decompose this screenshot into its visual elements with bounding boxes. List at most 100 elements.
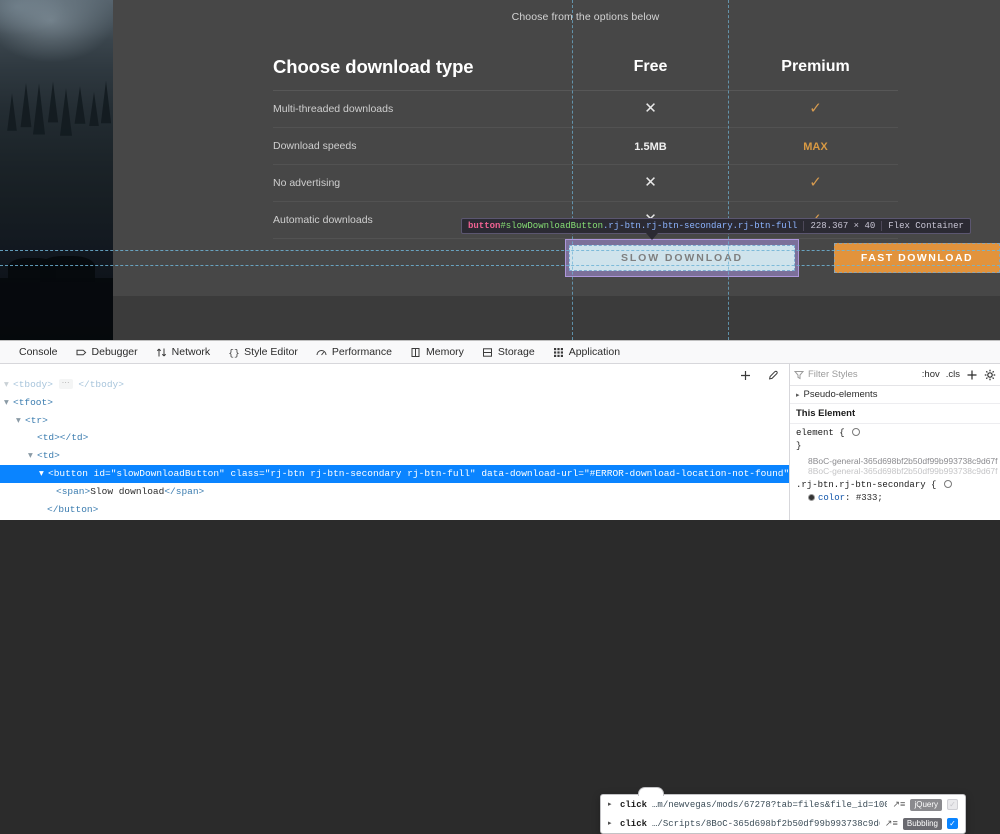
devtools-panel: Console Debugger Network {} Style Editor… [0, 340, 1000, 834]
collapsed-ellipsis[interactable]: ⋯ [58, 379, 73, 390]
rule-options-icon[interactable] [943, 480, 952, 488]
filter-styles-input[interactable]: Filter Styles [794, 369, 916, 380]
chevron-right-icon[interactable]: ▸ [608, 800, 615, 809]
table-row: Multi-threaded downloads ✕ ✓ [273, 90, 898, 127]
network-icon [156, 347, 167, 358]
attr-name-class: class [230, 467, 259, 479]
tree-row-tbody[interactable]: ▾ <tbody> ⋯ </tbody> [0, 376, 789, 394]
filter-placeholder: Filter Styles [808, 369, 858, 380]
attr-value-download-url: "#ERROR-download-location-not-found" [583, 467, 789, 479]
slow-download-button[interactable]: SLOW DOWNLOAD [569, 245, 795, 271]
element-inline-rule[interactable]: element { } [790, 424, 1000, 456]
tooltip-arrow [646, 233, 658, 240]
tree-row-td-empty[interactable]: <td></td> [0, 429, 789, 447]
attr-value-id: "slowDownloadButton" [110, 467, 225, 479]
tab-label: Network [171, 346, 211, 358]
cross-icon: ✕ [644, 99, 657, 117]
tree-tag: </button> [47, 503, 99, 515]
dom-tree[interactable]: ▾ <tbody> ⋯ </tbody> ▾ <tfoot> ▾ <tr> <td><… [0, 376, 789, 520]
cls-toggle[interactable]: .cls [946, 369, 960, 380]
event-type: click [620, 799, 648, 810]
tab-label: Storage [497, 346, 535, 358]
application-icon [553, 347, 564, 358]
tree-tag: <td></td> [37, 432, 89, 444]
check-icon: ✓ [809, 99, 822, 117]
filter-icon [794, 370, 804, 379]
styles-toolbar: Filter Styles :hov .cls [790, 364, 1000, 386]
element-rule-close: } [796, 441, 802, 451]
tab-debugger[interactable]: Debugger [67, 341, 147, 363]
attr-name-download-url: data-download-url [481, 467, 579, 479]
gear-icon[interactable] [984, 369, 996, 381]
tab-storage[interactable]: Storage [473, 341, 544, 363]
tree-tag: <tr> [25, 414, 48, 426]
rule-value[interactable]: #333; [856, 493, 883, 503]
tab-memory[interactable]: Memory [401, 341, 473, 363]
storage-icon [482, 347, 493, 358]
table-header: Choose download type Free Premium [273, 45, 898, 90]
tab-network[interactable]: Network [147, 341, 220, 363]
rule-source-2[interactable]: 8BoC-general-365d698bf2b50df99b993738c9d… [790, 466, 1000, 476]
color-swatch[interactable] [808, 494, 815, 501]
tab-application[interactable]: Application [544, 341, 629, 363]
feature-label: Multi-threaded downloads [273, 102, 394, 115]
element-rule-selector: element { [796, 428, 845, 438]
devtools-tab-bar: Console Debugger Network {} Style Editor… [0, 341, 1000, 364]
markup-view[interactable]: ▾ <tbody> ⋯ </tbody> ▾ <tfoot> ▾ <tr> <td><… [0, 364, 789, 520]
performance-icon [316, 347, 327, 358]
rule-selector: .rj-btn.rj-btn-secondary { [796, 480, 937, 490]
style-editor-icon: {} [228, 347, 239, 358]
tree-tag-close: </tbody> [78, 379, 124, 390]
table-body: Multi-threaded downloads ✕ ✓ Download sp… [273, 90, 898, 238]
memory-icon [410, 347, 421, 358]
selected-tag-open: <button [48, 467, 88, 479]
tab-label: Console [19, 346, 58, 358]
pseudo-elements-section[interactable]: ▸ Pseudo-elements [790, 386, 1000, 404]
tooltip-layout-kind: Flex Container [881, 221, 970, 231]
event-listener-row[interactable]: ▸ click …/Scripts/8BoC-365d698bf2b50df99… [601, 814, 965, 833]
event-framework-tag: jQuery [910, 798, 942, 811]
tooltip-id-selector: #slowDownloadButton [500, 221, 604, 231]
event-listener-row[interactable]: ▸ click …m/newvegas/mods/67278?tab=files… [601, 795, 965, 814]
event-source[interactable]: …m/newvegas/mods/67278?tab=files&file_id… [652, 800, 887, 810]
tooltip-tag-name: button [468, 221, 501, 231]
rule-property[interactable]: color [818, 493, 845, 503]
download-buttons-row: SLOW DOWNLOAD FAST DOWNLOAD [273, 239, 1000, 278]
tree-row-td-open[interactable]: ▾ <td> [0, 447, 789, 465]
feature-label: No advertising [273, 176, 341, 189]
event-enabled-checkbox[interactable]: ✓ [947, 799, 958, 810]
chevron-right-icon[interactable]: ▸ [608, 819, 615, 828]
jump-to-source-icon[interactable]: ↗≡ [885, 819, 898, 829]
styles-sidebar[interactable]: Filter Styles :hov .cls ▸ Pseudo-element… [789, 364, 1000, 520]
tab-style-editor[interactable]: {} Style Editor [219, 341, 307, 363]
svg-text:{}: {} [228, 347, 239, 357]
fast-download-button[interactable]: FAST DOWNLOAD [834, 243, 1000, 273]
check-icon: ✓ [809, 173, 822, 191]
table-row: No advertising ✕ ✓ [273, 164, 898, 201]
pseudo-elements-label: Pseudo-elements [803, 389, 878, 400]
tree-row-button-close[interactable]: </button> [0, 501, 789, 519]
rule-source-1[interactable]: 8BoC-general-365d698bf2b50df99b993738c9d… [790, 456, 1000, 466]
tree-row-tr[interactable]: ▾ <tr> [0, 412, 789, 430]
console-icon [3, 347, 14, 358]
tooltip-dimensions: 228.367 × 40 [803, 221, 881, 231]
inspector-node-tooltip: button#slowDownloadButton.rj-btn.rj-btn-… [461, 218, 971, 234]
rule-options-icon[interactable] [852, 428, 861, 436]
column-header-free: Free [633, 58, 668, 76]
premium-speed-value: MAX [803, 140, 828, 153]
tab-label: Style Editor [244, 346, 298, 358]
rj-btn-secondary-rule[interactable]: .rj-btn.rj-btn-secondary { color: #333; [790, 476, 1000, 508]
plus-icon[interactable] [966, 369, 978, 381]
tab-performance[interactable]: Performance [307, 341, 401, 363]
jump-to-source-icon[interactable]: ↗≡ [892, 800, 905, 810]
event-enabled-checkbox[interactable]: ✓ [947, 818, 958, 829]
event-listeners-popup[interactable]: ▸ click …m/newvegas/mods/67278?tab=files… [600, 794, 966, 834]
tree-row-tfoot[interactable]: ▾ <tfoot> [0, 394, 789, 412]
tree-row-selected-button[interactable]: ▾ <button id="slowDownloadButton" class="… [0, 464, 789, 483]
event-source[interactable]: …/Scripts/8BoC-365d698bf2b50df99b993738c… [652, 819, 880, 829]
this-element-heading: This Element [790, 404, 1000, 424]
tab-console[interactable]: Console [0, 341, 67, 363]
hov-toggle[interactable]: :hov [922, 369, 940, 380]
tree-row-span[interactable]: <span>Slow download</span> [0, 483, 789, 501]
tree-tag: <td> [37, 450, 60, 462]
